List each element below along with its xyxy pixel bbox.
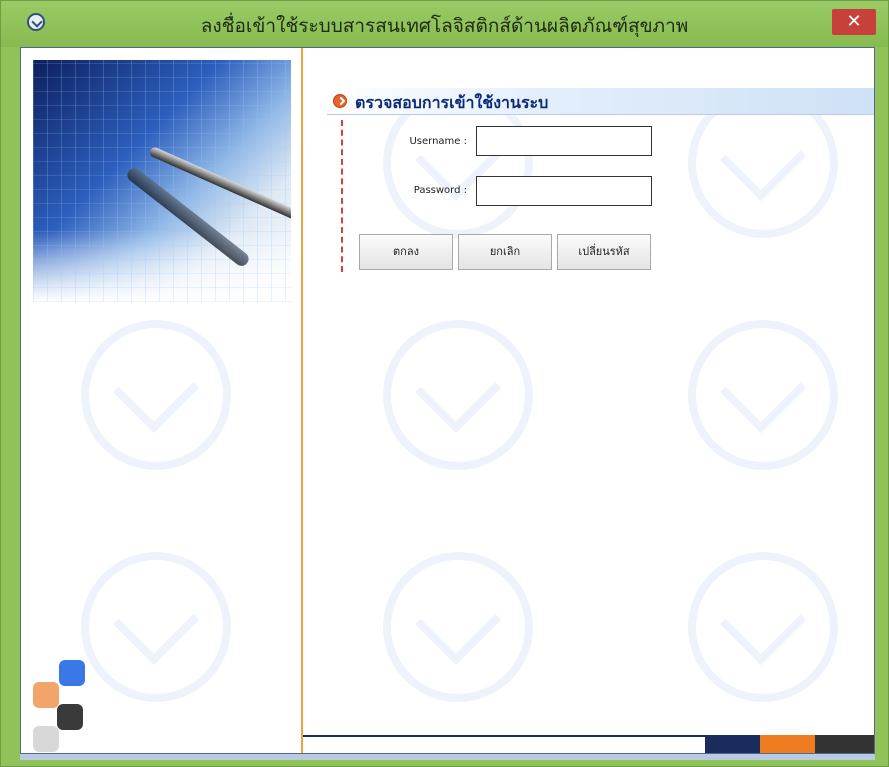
username-input[interactable]	[476, 126, 652, 156]
footer-block-navy	[705, 735, 760, 753]
footer-block-dark	[815, 735, 874, 753]
window-bottom-strip	[20, 754, 875, 760]
watermark-logo-icon	[383, 320, 533, 470]
decor-square-dark	[57, 704, 83, 730]
right-panel: ตรวจสอบการเข้าใช้งานระบ Username : Passw…	[303, 48, 874, 753]
app-logo-icon	[27, 13, 45, 31]
cancel-button[interactable]: ยกเลิก	[458, 234, 552, 270]
client-area: ตรวจสอบการเข้าใช้งานระบ Username : Passw…	[20, 47, 875, 754]
title-bar[interactable]: ลงชื่อเข้าใช้ระบบสารสนเทศโลจิสติกส์ด้านผ…	[1, 1, 888, 47]
watermark-logo-icon	[81, 552, 231, 702]
close-button[interactable]: ✕	[832, 9, 876, 35]
footer-bar	[303, 735, 874, 753]
window-title: ลงชื่อเข้าใช้ระบบสารสนเทศโลจิสติกส์ด้านผ…	[200, 16, 689, 37]
login-section-title: ตรวจสอบการเข้าใช้งานระบ	[355, 93, 549, 112]
banner-image	[33, 60, 291, 302]
footer-line	[303, 735, 705, 753]
login-section-header: ตรวจสอบการเข้าใช้งานระบ	[327, 88, 874, 115]
banner-grid	[33, 60, 291, 302]
login-window: ลงชื่อเข้าใช้ระบบสารสนเทศโลจิสติกส์ด้านผ…	[0, 0, 889, 767]
watermark-logo-icon	[688, 320, 838, 470]
watermark-logo-icon	[81, 320, 231, 470]
decor-square-orange	[33, 682, 59, 708]
ok-button[interactable]: ตกลง	[359, 234, 453, 270]
password-label: Password :	[413, 185, 467, 196]
footer-block-orange	[760, 735, 815, 753]
username-label: Username :	[409, 136, 467, 147]
watermark-logo-icon	[383, 552, 533, 702]
dashed-divider	[341, 120, 343, 272]
change-password-button[interactable]: เปลี่ยนรหัส	[557, 234, 651, 270]
left-panel	[21, 48, 303, 753]
decor-square-blue	[59, 660, 85, 686]
decor-square-light	[33, 726, 59, 752]
arrow-circle-icon	[333, 94, 347, 108]
password-input[interactable]	[476, 176, 652, 206]
watermark-logo-icon	[688, 552, 838, 702]
